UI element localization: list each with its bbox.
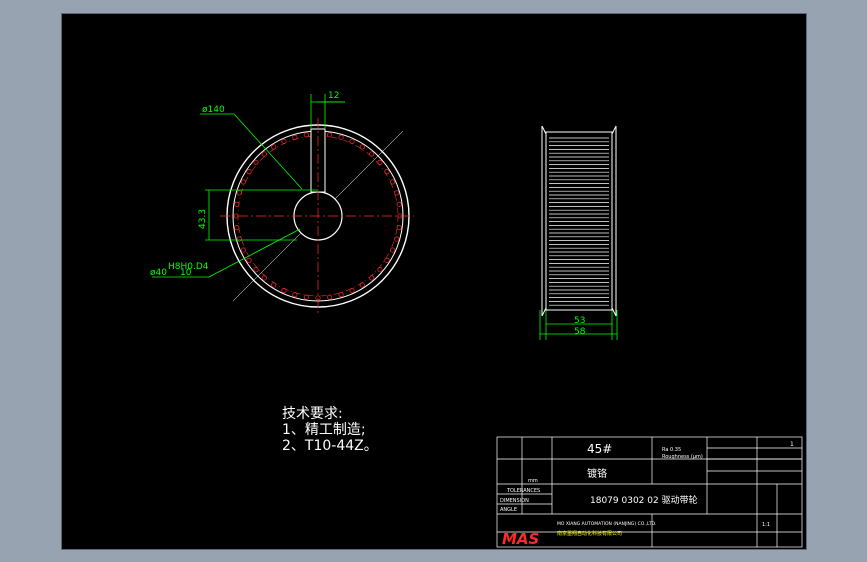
tooth — [236, 236, 242, 242]
dim-width-inner: 53 — [574, 316, 585, 326]
hatch-line — [247, 263, 271, 287]
brand-logo: MAS — [502, 530, 539, 548]
tooth — [246, 169, 252, 175]
pulley-side-view — [541, 125, 617, 317]
side-teeth-lines — [549, 137, 609, 306]
tooth — [390, 247, 396, 253]
dim-bore-len: 10 — [180, 268, 192, 278]
tooth — [253, 267, 259, 273]
tooth — [236, 190, 242, 196]
tooth — [394, 236, 400, 242]
tooth — [261, 151, 267, 157]
company-en: MO XIANG AUTOMATION (NANJING) CO.,LTD. — [557, 521, 656, 527]
tooth — [327, 294, 333, 300]
side-outline — [545, 131, 613, 311]
dimension-label: DIMENSION — [500, 498, 529, 504]
tooth — [396, 225, 402, 231]
sheet-number: 1 — [790, 441, 794, 448]
unit: mm — [528, 478, 538, 484]
tooth — [246, 257, 252, 263]
tooth — [338, 292, 344, 298]
tooth — [271, 144, 277, 150]
tooth — [253, 159, 259, 165]
tooth — [240, 179, 246, 185]
surface-roughness: Ra 0.35 — [662, 447, 681, 453]
dim-width-outer: 58 — [574, 327, 586, 337]
tooth — [234, 225, 240, 231]
tooth — [394, 190, 400, 196]
angle-label: ANGLE — [500, 507, 517, 513]
drawing-sheet: 12 ø140 43.3 H8H0.D4 ø40 10 53 58 技术要求: … — [61, 13, 807, 550]
tooth — [338, 134, 344, 140]
tooth — [396, 201, 402, 207]
tooth — [384, 257, 390, 263]
dimension-text: 12 ø140 43.3 H8H0.D4 ø40 10 53 58 — [150, 91, 586, 337]
pulley-front-view — [220, 118, 414, 314]
company-cn: 南京墨翔自动化科技有限公司 — [557, 530, 622, 537]
notes-title: 技术要求: — [282, 406, 343, 422]
dim-key-depth: 43.3 — [198, 209, 208, 229]
scale: 1:1 — [762, 522, 770, 528]
notes-line1: 1、精工制造; — [282, 422, 366, 438]
drawing-title: 18079 0302 02 驱动带轮 — [590, 494, 698, 506]
roughness-label: Roughness (μm) — [662, 454, 703, 460]
dim-bore-dia: ø40 — [150, 268, 167, 278]
title-block — [496, 436, 803, 548]
dimensions — [152, 94, 618, 340]
dim-key-width: 12 — [328, 91, 339, 101]
tooth — [349, 138, 355, 144]
material: 45# — [587, 442, 612, 456]
technical-notes: 技术要求: 1、精工制造; 2、T10-44Z。 — [282, 406, 378, 454]
cad-drawing: 12 ø140 43.3 H8H0.D4 ø40 10 53 58 技术要求: … — [150, 91, 803, 548]
dim-outer-dia: ø140 — [202, 105, 225, 115]
treatment: 镀铬 — [587, 467, 607, 480]
notes-line2: 2、T10-44Z。 — [282, 438, 378, 454]
tolerances-label: TOLERANCES — [506, 488, 540, 494]
